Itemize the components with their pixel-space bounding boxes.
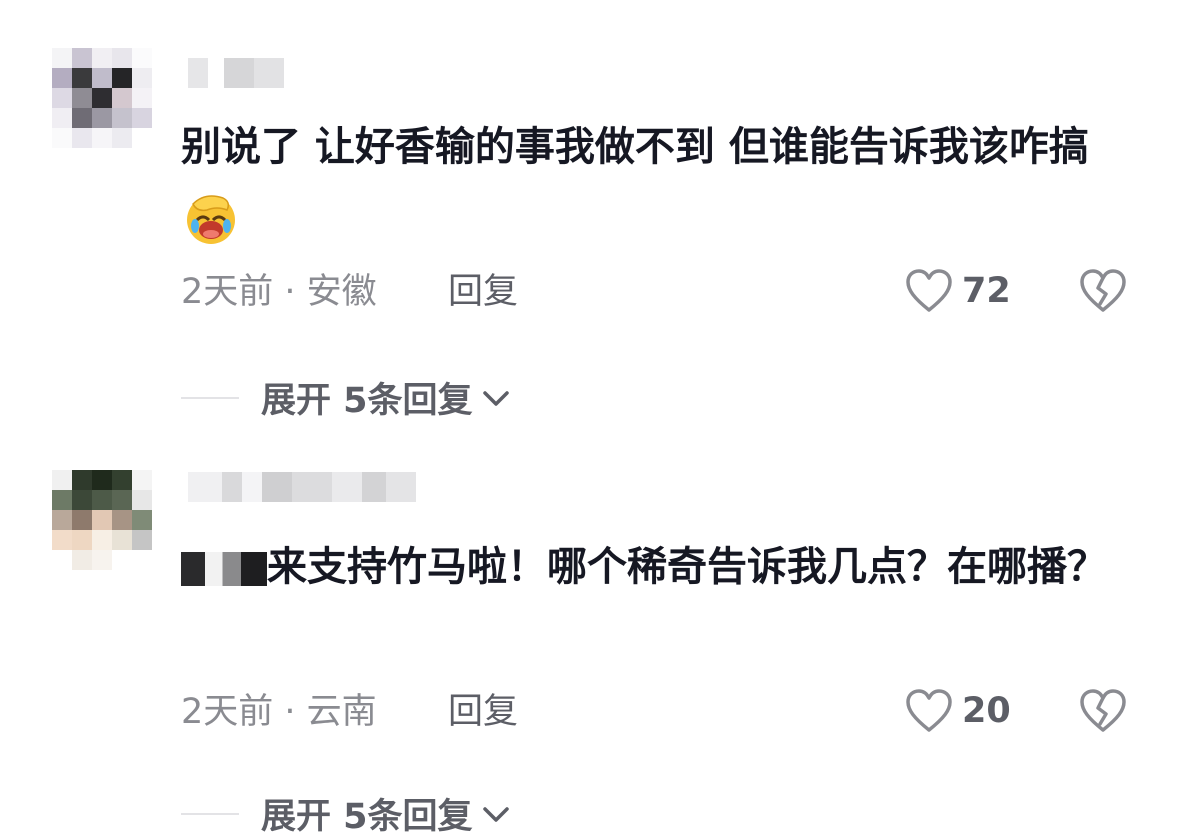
expand-replies-button[interactable]: 展开 5条回复	[181, 372, 513, 423]
like-button[interactable]: 72	[904, 268, 1011, 314]
avatar[interactable]	[52, 48, 152, 148]
redacted-mention	[181, 552, 267, 586]
like-count: 20	[962, 691, 1011, 731]
comment-text-content: 来支持竹马啦！哪个稀奇告诉我几点？在哪播？	[267, 544, 1107, 590]
comment-meta: 2天前 · 安徽	[181, 272, 377, 312]
comment-text: 来支持竹马啦！哪个稀奇告诉我几点？在哪播？	[181, 528, 1121, 606]
heart-outline-icon	[906, 269, 952, 312]
username[interactable]	[188, 58, 284, 88]
chevron-down-icon	[482, 806, 509, 822]
dislike-button[interactable]	[1078, 268, 1128, 318]
like-count: 72	[962, 271, 1011, 311]
avatar[interactable]	[52, 470, 152, 570]
face-with-hand-laughing-emoji	[187, 195, 235, 244]
heart-outline-icon	[906, 689, 952, 732]
comment-text-content: 别说了 让好香输的事我做不到 但谁能告诉我该咋搞	[181, 124, 1089, 170]
comment-text: 别说了 让好香输的事我做不到 但谁能告诉我该咋搞	[181, 108, 1121, 264]
comment-meta: 2天前 · 云南	[181, 692, 377, 732]
dislike-button[interactable]	[1078, 688, 1128, 738]
divider-line	[181, 812, 239, 815]
divider-line	[181, 396, 239, 399]
chevron-down-icon	[482, 390, 509, 406]
like-button[interactable]: 20	[904, 688, 1011, 734]
expand-replies-label: 展开 5条回复	[261, 797, 473, 837]
reply-button[interactable]: 回复	[448, 690, 518, 734]
reply-button[interactable]: 回复	[448, 270, 518, 314]
expand-replies-label: 展开 5条回复	[261, 381, 473, 421]
expand-replies-button[interactable]: 展开 5条回复	[181, 788, 513, 839]
broken-heart-icon	[1080, 269, 1126, 312]
broken-heart-icon	[1080, 689, 1126, 732]
username[interactable]	[188, 472, 416, 502]
